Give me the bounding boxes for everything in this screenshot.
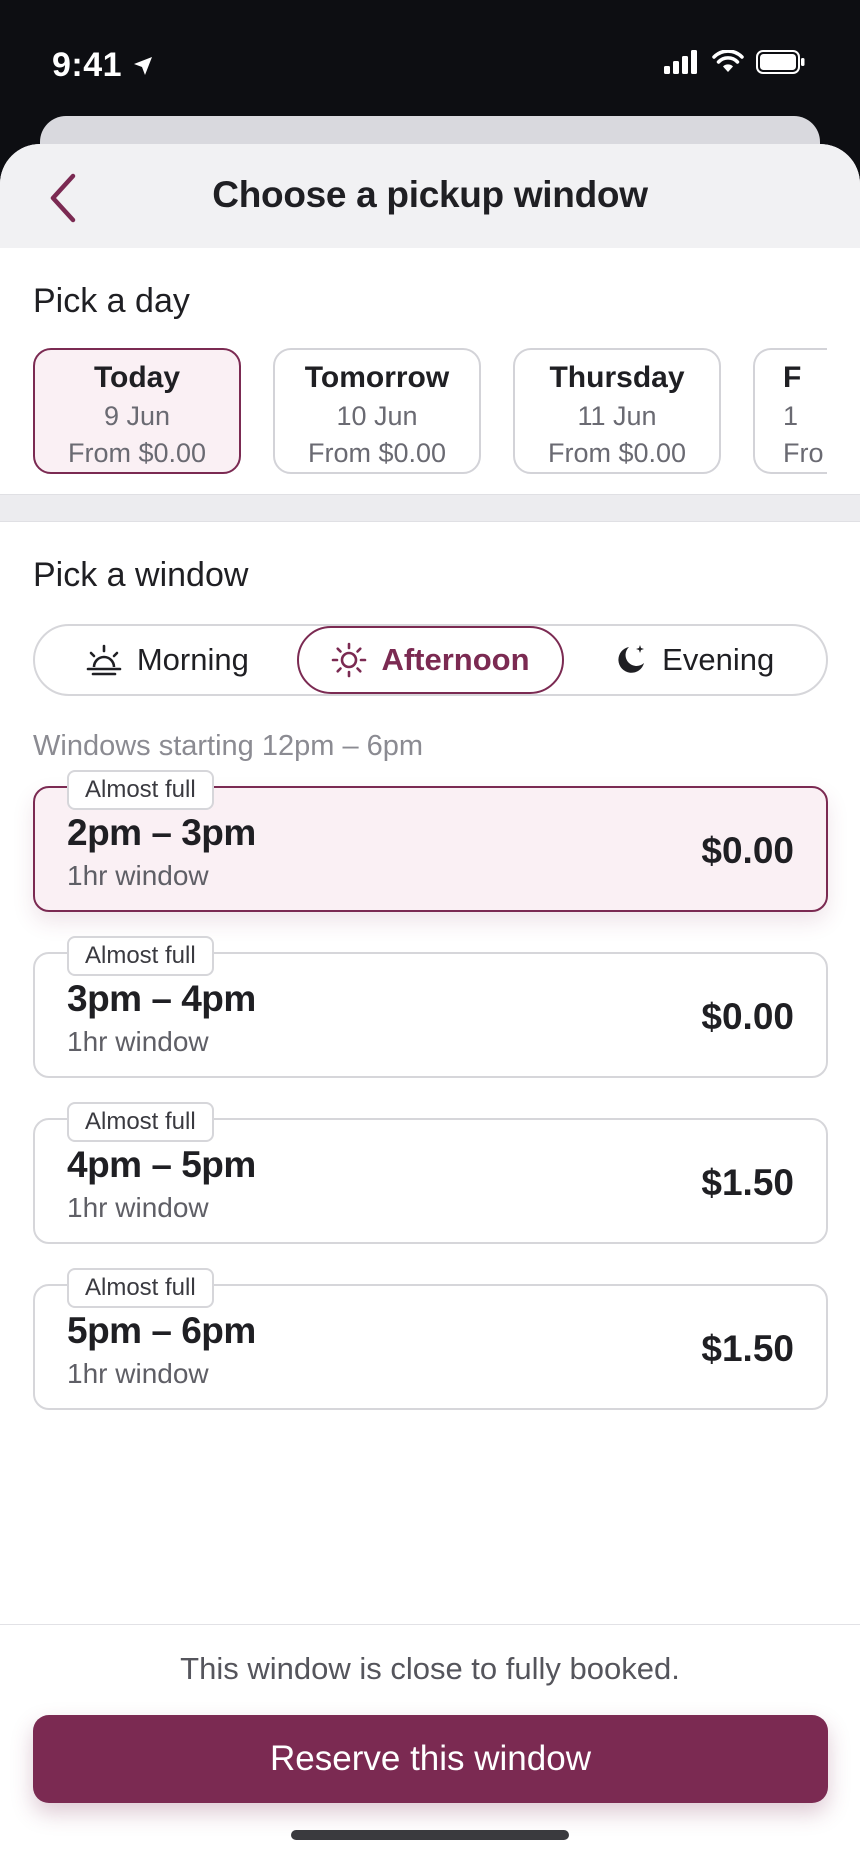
page-title: Choose a pickup window [212, 174, 648, 215]
clock-text: 9:41 [52, 46, 123, 84]
status-time: 9:41 [52, 46, 154, 85]
moon-icon [618, 645, 645, 673]
day-price: Fro [783, 438, 824, 468]
day-price: From $0.00 [67, 438, 207, 468]
day-name: Tomorrow [304, 361, 450, 394]
slot-time: 5pm – 6pm [67, 1310, 256, 1351]
nav-header: Choose a pickup window [0, 144, 860, 248]
window-range-hint: Windows starting 12pm – 6pm [33, 730, 424, 762]
slot-price: $0.00 [701, 996, 794, 1037]
day-card-friday[interactable]: F 1 Fro [753, 348, 827, 474]
segment-label: Morning [136, 642, 249, 677]
slot-2pm-3pm[interactable]: Almost full 2pm – 3pm 1hr window $0.00 [33, 770, 828, 912]
almost-full-badge: Almost full [67, 936, 214, 976]
pickup-window-sheet: Choose a pickup window Pick a day Today … [0, 144, 860, 1864]
sunrise-icon [86, 644, 122, 676]
slot-duration: 1hr window [67, 1192, 209, 1223]
window-section-title: Pick a window [33, 556, 249, 594]
almost-full-badge: Almost full [67, 1268, 214, 1308]
slot-5pm-6pm[interactable]: Almost full 5pm – 6pm 1hr window $1.50 [33, 1268, 828, 1410]
slot-price: $1.50 [701, 1328, 794, 1369]
day-date: 11 Jun [577, 401, 657, 431]
location-arrow-icon [134, 56, 153, 75]
battery-icon [756, 50, 805, 74]
slot-time: 3pm – 4pm [67, 978, 256, 1019]
status-indicators [664, 50, 806, 74]
day-date: 1 [783, 401, 799, 431]
wifi-icon [712, 50, 744, 72]
day-name: Today [93, 361, 181, 394]
slot-price: $1.50 [701, 1162, 794, 1203]
day-date: 9 Jun [103, 401, 171, 431]
segment-afternoon[interactable]: Afternoon [296, 626, 565, 694]
slot-time: 4pm – 5pm [67, 1144, 256, 1185]
home-indicator [291, 1830, 569, 1840]
reserve-footer: This window is close to fully booked. Re… [0, 1624, 860, 1864]
segment-morning[interactable]: Morning [35, 626, 299, 694]
sun-icon [332, 642, 367, 678]
day-price: From $0.00 [307, 438, 447, 468]
booking-warning-text: This window is close to fully booked. [180, 1651, 680, 1686]
reserve-button[interactable]: Reserve this window [33, 1715, 828, 1803]
status-bar: 9:41 [0, 0, 860, 130]
day-card-tomorrow[interactable]: Tomorrow 10 Jun From $0.00 [273, 348, 481, 474]
day-price: From $0.00 [547, 438, 687, 468]
segment-label: Afternoon [381, 642, 530, 677]
slot-duration: 1hr window [67, 1358, 209, 1389]
slot-time: 2pm – 3pm [67, 812, 256, 853]
time-of-day-segmented-control: Morning Afternoon Evening [33, 624, 828, 696]
slot-4pm-5pm[interactable]: Almost full 4pm – 5pm 1hr window $1.50 [33, 1102, 828, 1244]
slot-duration: 1hr window [67, 860, 209, 891]
almost-full-badge: Almost full [67, 770, 214, 810]
segment-evening[interactable]: Evening [562, 626, 826, 694]
day-card-thursday[interactable]: Thursday 11 Jun From $0.00 [513, 348, 721, 474]
day-name: Thursday [549, 361, 685, 394]
slot-3pm-4pm[interactable]: Almost full 3pm – 4pm 1hr window $0.00 [33, 936, 828, 1078]
section-divider [0, 494, 860, 522]
slot-price: $0.00 [701, 830, 794, 871]
day-selector: Today 9 Jun From $0.00 Tomorrow 10 Jun F… [33, 348, 827, 474]
day-section-title: Pick a day [33, 282, 190, 320]
day-name: F [783, 361, 802, 394]
cellular-signal-icon [664, 50, 697, 74]
day-card-today[interactable]: Today 9 Jun From $0.00 [33, 348, 241, 474]
almost-full-badge: Almost full [67, 1102, 214, 1142]
segment-label: Evening [662, 642, 775, 677]
day-date: 10 Jun [336, 401, 418, 431]
slot-duration: 1hr window [67, 1026, 209, 1057]
